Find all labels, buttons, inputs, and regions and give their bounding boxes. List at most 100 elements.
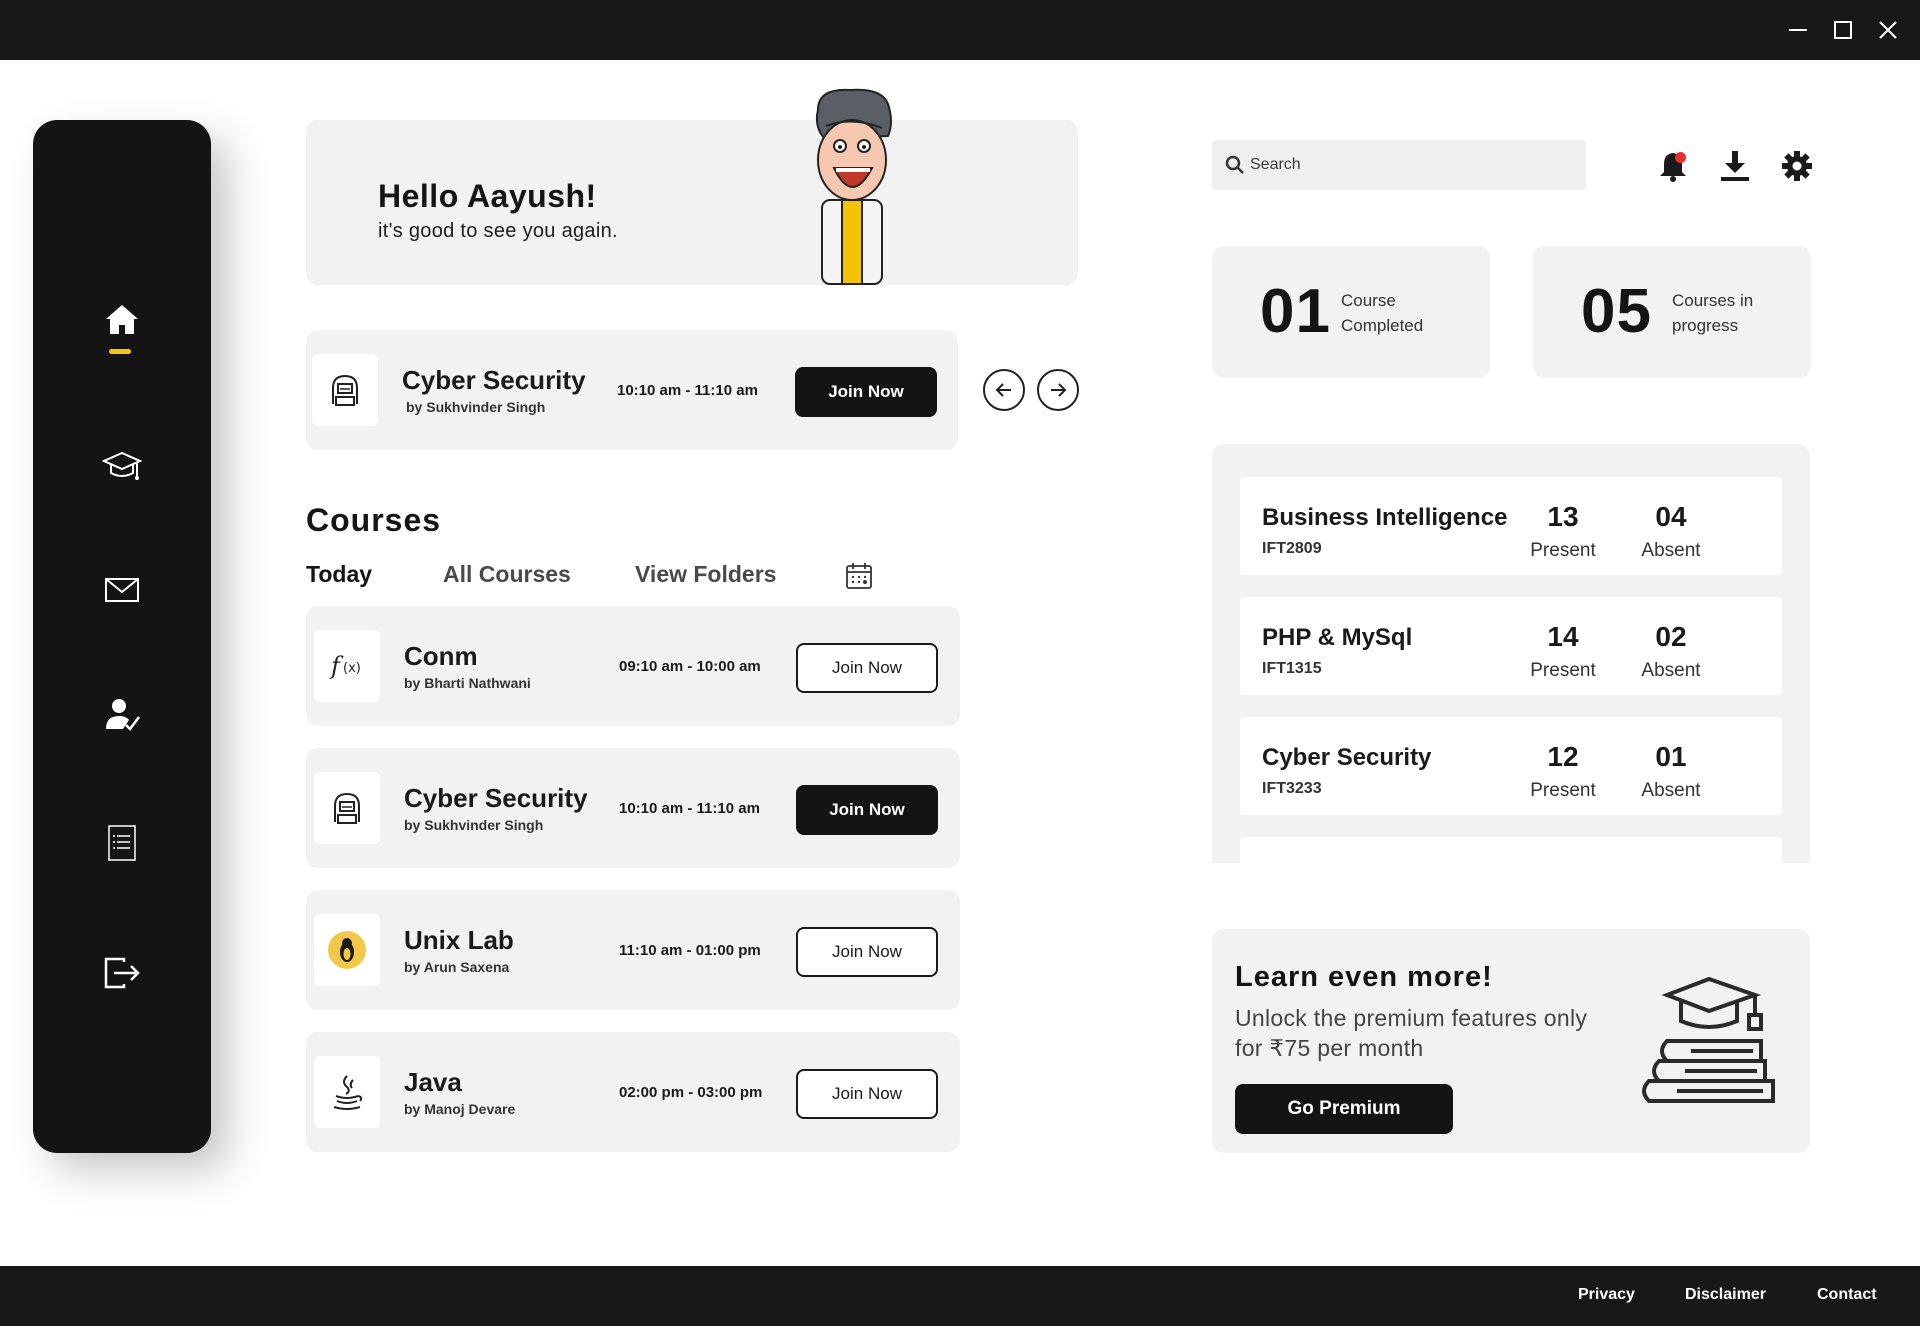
avatar-illustration	[815, 88, 892, 285]
arrow-right-icon	[1051, 383, 1067, 397]
stat-value: 01	[1260, 277, 1331, 346]
course-time: 10:10 am - 11:10 am	[619, 800, 760, 817]
join-button[interactable]: Join Now	[796, 1069, 938, 1119]
present-label: Present	[1530, 780, 1596, 801]
featured-join-button[interactable]: Join Now	[795, 367, 937, 417]
course-row-unix-lab: Unix Lab by Arun Saxena 11:10 am - 01:00…	[306, 890, 960, 1010]
join-button[interactable]: Join Now	[796, 643, 938, 693]
sidebar-item-courses[interactable]	[33, 430, 211, 500]
books-graduation-cap-icon	[1642, 976, 1775, 1103]
attendance-row[interactable]: Cyber Security IFT3233 12 Present 01 Abs…	[1240, 717, 1782, 815]
greeting-title: Hello Aayush!	[378, 178, 597, 214]
tab-all-courses[interactable]: All Courses	[443, 561, 571, 588]
course-row-conm: f (x) Conm by Bharti Nathwani 09:10 am - …	[306, 606, 960, 726]
java-coffee-icon	[333, 1075, 363, 1110]
attendance-course-code: IFT1315	[1262, 660, 1322, 677]
sidebar	[33, 120, 211, 1153]
graduation-cap-icon	[102, 451, 142, 480]
logout-icon	[104, 957, 140, 989]
sidebar-item-notes[interactable]	[33, 808, 211, 878]
attendance-course-name: Business Intelligence	[1262, 504, 1508, 531]
tab-today[interactable]: Today	[306, 561, 372, 588]
minimize-button[interactable]	[1782, 14, 1814, 46]
footer: Privacy Disclaimer Contact	[0, 1266, 1920, 1326]
course-row-java: Java by Manoj Devare 02:00 pm - 03:00 pm…	[306, 1032, 960, 1152]
user-check-icon	[106, 699, 140, 731]
footer-link-privacy[interactable]: Privacy	[1578, 1286, 1635, 1304]
course-name: Java	[404, 1067, 462, 1097]
course-time: 11:10 am - 01:00 pm	[619, 942, 761, 959]
svg-text:f: f	[329, 652, 344, 680]
notification-dot	[1675, 152, 1686, 163]
greeting-subtitle: it's good to see you again.	[378, 220, 618, 242]
absent-count: 01	[1655, 741, 1687, 772]
function-icon: f (x)	[329, 652, 361, 680]
present-count: 13	[1547, 501, 1579, 532]
sidebar-item-home[interactable]	[33, 285, 211, 355]
maximize-button[interactable]	[1827, 14, 1859, 46]
close-button[interactable]	[1872, 14, 1904, 46]
absent-label: Absent	[1641, 660, 1701, 681]
previous-button[interactable]	[983, 369, 1025, 411]
featured-course-icon-box	[312, 354, 378, 426]
course-icon-box: f (x)	[314, 630, 380, 702]
promo-subtitle: Unlock the premium features only for ₹75…	[1235, 1005, 1588, 1061]
next-button[interactable]	[1037, 369, 1079, 411]
absent-label: Absent	[1641, 540, 1701, 561]
sidebar-item-messages[interactable]	[33, 555, 211, 625]
arrow-left-icon	[995, 383, 1011, 397]
featured-class-card: Cyber Security by Sukhvinder Singh 10:10…	[306, 330, 958, 450]
absent-label: Absent	[1641, 780, 1701, 801]
hacker-icon	[332, 374, 358, 406]
attendance-course-name: PHP & MySql	[1262, 624, 1413, 651]
featured-course-time: 10:10 am - 11:10 am	[617, 382, 758, 399]
stat-value: 05	[1581, 277, 1652, 346]
stat-label: Courses in progress	[1672, 291, 1754, 335]
course-instructor: by Manoj Devare	[404, 1101, 516, 1117]
gear-icon[interactable]	[1779, 148, 1815, 184]
hacker-icon	[334, 792, 360, 824]
course-name: Conm	[404, 641, 478, 671]
attendance-row[interactable]: PHP & MySql IFT1315 14 Present 02 Absent	[1240, 597, 1782, 695]
absent-count: 02	[1655, 621, 1687, 652]
sidebar-item-logout[interactable]	[33, 938, 211, 1008]
attendance-panel: Business Intelligence IFT2809 13 Present…	[1212, 444, 1810, 863]
title-bar	[0, 0, 1920, 60]
absent-count: 04	[1655, 501, 1687, 532]
course-row-cyber-security: Cyber Security by Sukhvinder Singh 10:10…	[306, 748, 960, 868]
course-icon-box	[314, 914, 380, 986]
go-premium-button[interactable]: Go Premium	[1235, 1084, 1453, 1134]
course-icon-box	[314, 1056, 380, 1128]
present-label: Present	[1530, 540, 1596, 561]
download-icon[interactable]	[1717, 148, 1753, 184]
stat-card-in-progress: 05 Courses in progress	[1533, 246, 1811, 378]
course-instructor: by Arun Saxena	[404, 959, 510, 975]
present-count: 14	[1547, 621, 1579, 652]
attendance-course-code: IFT2809	[1262, 540, 1322, 557]
sidebar-item-attendance[interactable]	[33, 680, 211, 750]
course-time: 02:00 pm - 03:00 pm	[619, 1084, 763, 1101]
premium-promo-card: Learn even more! Unlock the premium feat…	[1212, 929, 1810, 1153]
attendance-row[interactable]: Business Intelligence IFT2809 13 Present…	[1240, 477, 1782, 575]
course-instructor: by Bharti Nathwani	[404, 675, 531, 691]
featured-course-instructor: by Sukhvinder Singh	[406, 399, 546, 415]
course-instructor: by Sukhvinder Singh	[404, 817, 544, 833]
join-button[interactable]: Join Now	[796, 927, 938, 977]
course-name: Cyber Security	[404, 783, 588, 813]
join-button[interactable]: Join Now	[796, 785, 938, 835]
footer-link-disclaimer[interactable]: Disclaimer	[1685, 1286, 1766, 1304]
stat-card-completed: 01 Course Completed	[1212, 246, 1490, 378]
present-label: Present	[1530, 660, 1596, 681]
search-input[interactable]	[1250, 140, 1580, 190]
bell-icon[interactable]	[1655, 148, 1691, 184]
calendar-icon[interactable]	[844, 561, 874, 591]
course-icon-box	[314, 772, 380, 844]
footer-link-contact[interactable]: Contact	[1817, 1286, 1877, 1304]
present-count: 12	[1547, 741, 1579, 772]
tab-view-folders[interactable]: View Folders	[635, 561, 776, 588]
stat-label: Course Completed	[1341, 291, 1424, 335]
maximize-icon	[1834, 21, 1852, 39]
promo-title: Learn even more!	[1235, 961, 1493, 993]
home-icon	[106, 305, 138, 334]
featured-course-name: Cyber Security	[402, 365, 586, 395]
